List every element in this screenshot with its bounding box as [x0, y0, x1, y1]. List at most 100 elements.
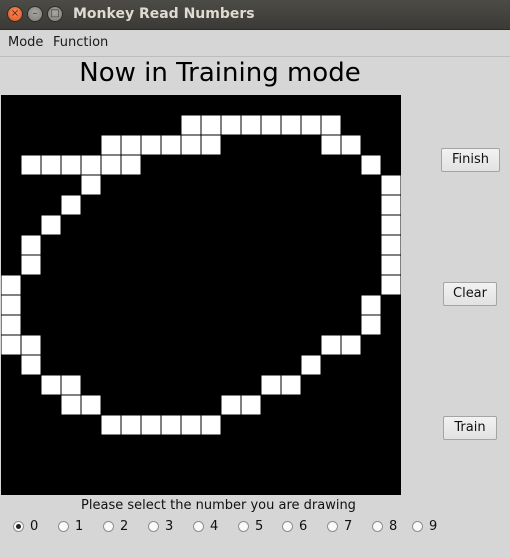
grid-pixel[interactable]	[41, 215, 61, 235]
grid-pixel[interactable]	[301, 355, 321, 375]
radio-dot[interactable]	[13, 520, 24, 532]
drawing-grid[interactable]	[1, 95, 401, 495]
radio-dot[interactable]	[103, 520, 114, 532]
grid-pixel[interactable]	[201, 115, 221, 135]
digit-label: 5	[255, 518, 264, 534]
grid-pixel[interactable]	[381, 235, 401, 255]
digit-label: 0	[30, 518, 39, 534]
grid-pixel[interactable]	[321, 135, 341, 155]
radio-dot[interactable]	[58, 520, 69, 532]
grid-pixel[interactable]	[381, 255, 401, 275]
grid-pixel[interactable]	[361, 155, 381, 175]
digit-label: 2	[120, 518, 129, 534]
grid-pixel[interactable]	[21, 335, 41, 355]
radio-dot[interactable]	[282, 520, 293, 532]
grid-pixel[interactable]	[1, 275, 21, 295]
train-button[interactable]: Train	[443, 416, 497, 440]
grid-pixel[interactable]	[161, 415, 181, 435]
grid-pixel[interactable]	[281, 115, 301, 135]
menu-mode[interactable]: Mode	[8, 35, 43, 50]
grid-pixel[interactable]	[101, 135, 121, 155]
grid-pixel[interactable]	[121, 155, 141, 175]
digit-radio-4[interactable]: 4	[193, 516, 218, 536]
grid-pixel[interactable]	[261, 375, 281, 395]
window-title: Monkey Read Numbers	[73, 6, 255, 22]
grid-pixel[interactable]	[201, 135, 221, 155]
grid-pixel[interactable]	[381, 195, 401, 215]
grid-pixel[interactable]	[321, 335, 341, 355]
title-bar: × – □ Monkey Read Numbers	[0, 0, 510, 30]
grid-pixel[interactable]	[341, 335, 361, 355]
grid-pixel[interactable]	[21, 155, 41, 175]
grid-pixel[interactable]	[261, 115, 281, 135]
drawing-canvas[interactable]	[1, 95, 401, 495]
grid-pixel[interactable]	[221, 395, 241, 415]
grid-pixel[interactable]	[61, 395, 81, 415]
close-window-icon[interactable]: ×	[7, 6, 23, 22]
maximize-window-icon[interactable]: □	[47, 6, 63, 22]
grid-pixel[interactable]	[121, 135, 141, 155]
minimize-window-icon[interactable]: –	[27, 6, 43, 22]
digit-radio-3[interactable]: 3	[148, 516, 173, 536]
digit-radio-0[interactable]: 0	[13, 516, 38, 536]
grid-pixel[interactable]	[301, 115, 321, 135]
finish-button[interactable]: Finish	[441, 148, 500, 172]
grid-pixel[interactable]	[181, 135, 201, 155]
digit-radio-6[interactable]: 6	[282, 516, 307, 536]
grid-pixel[interactable]	[341, 135, 361, 155]
radio-dot[interactable]	[372, 520, 383, 532]
grid-pixel[interactable]	[241, 395, 261, 415]
clear-button[interactable]: Clear	[443, 282, 497, 306]
grid-pixel[interactable]	[381, 175, 401, 195]
grid-pixel[interactable]	[381, 215, 401, 235]
grid-pixel[interactable]	[101, 155, 121, 175]
grid-pixel[interactable]	[1, 315, 21, 335]
grid-pixel[interactable]	[21, 355, 41, 375]
grid-pixel[interactable]	[201, 415, 221, 435]
grid-pixel[interactable]	[21, 255, 41, 275]
grid-pixel[interactable]	[381, 275, 401, 295]
grid-pixel[interactable]	[1, 295, 21, 315]
digit-radio-1[interactable]: 1	[58, 516, 83, 536]
radio-dot[interactable]	[327, 520, 338, 532]
grid-pixel[interactable]	[61, 195, 81, 215]
grid-pixel[interactable]	[41, 375, 61, 395]
digit-radio-7[interactable]: 7	[327, 516, 352, 536]
digit-radio-2[interactable]: 2	[103, 516, 128, 536]
grid-pixel[interactable]	[21, 235, 41, 255]
grid-pixel[interactable]	[41, 155, 61, 175]
grid-pixel[interactable]	[361, 295, 381, 315]
mode-heading: Now in Training mode	[79, 58, 361, 88]
grid-pixel[interactable]	[81, 155, 101, 175]
grid-pixel[interactable]	[361, 315, 381, 335]
grid-pixel[interactable]	[121, 415, 141, 435]
radio-dot[interactable]	[148, 520, 159, 532]
digit-radio-5[interactable]: 5	[238, 516, 263, 536]
radio-dot[interactable]	[412, 520, 423, 532]
grid-pixel[interactable]	[61, 155, 81, 175]
grid-pixel[interactable]	[181, 115, 201, 135]
grid-pixel[interactable]	[81, 395, 101, 415]
radio-dot[interactable]	[193, 520, 204, 532]
grid-pixel[interactable]	[161, 135, 181, 155]
digit-label: 4	[210, 518, 219, 534]
grid-pixel[interactable]	[1, 335, 21, 355]
digit-prompt: Please select the number you are drawing	[81, 498, 356, 513]
grid-pixel[interactable]	[141, 415, 161, 435]
digit-radio-8[interactable]: 8	[372, 516, 397, 536]
grid-pixel[interactable]	[241, 115, 261, 135]
menu-function[interactable]: Function	[53, 35, 108, 50]
grid-pixel[interactable]	[281, 375, 301, 395]
grid-pixel[interactable]	[141, 135, 161, 155]
digit-radio-9[interactable]: 9	[412, 516, 437, 536]
digit-label: 6	[299, 518, 308, 534]
digit-label: 1	[75, 518, 84, 534]
radio-dot[interactable]	[238, 520, 249, 532]
grid-pixel[interactable]	[61, 375, 81, 395]
menu-bar: Mode Function	[0, 30, 510, 57]
grid-pixel[interactable]	[181, 415, 201, 435]
grid-pixel[interactable]	[81, 175, 101, 195]
grid-pixel[interactable]	[101, 415, 121, 435]
grid-pixel[interactable]	[221, 115, 241, 135]
grid-pixel[interactable]	[321, 115, 341, 135]
